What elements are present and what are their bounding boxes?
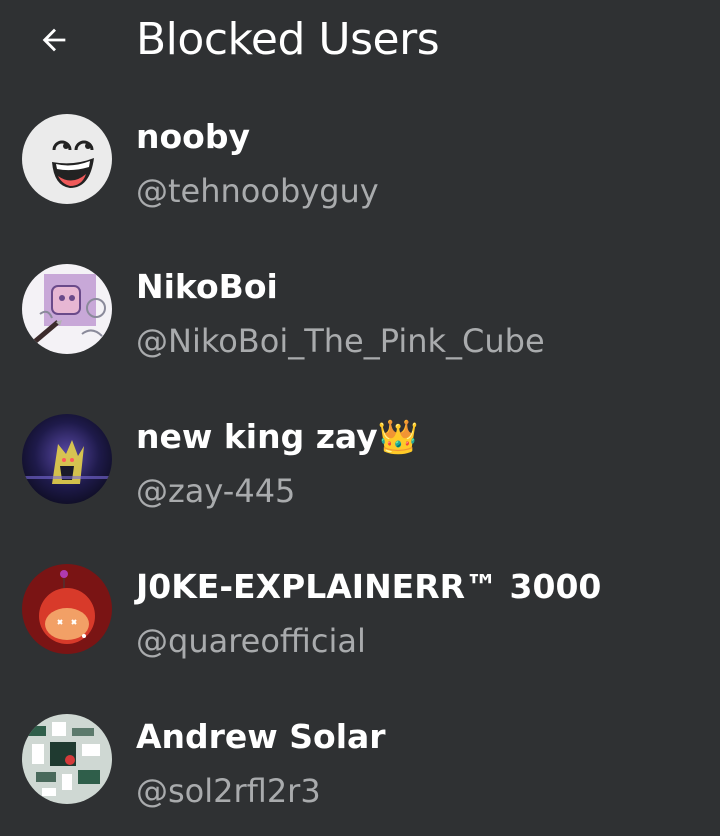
- user-avatar: [22, 414, 112, 504]
- user-name: nooby: [136, 117, 250, 156]
- smiley-face-avatar: [22, 114, 112, 204]
- blocked-user-row[interactable]: NikoBoi @NikoBoi_The_Pink_Cube: [0, 234, 720, 384]
- user-handle: @zay-445: [136, 472, 296, 510]
- user-name: J0KE-EXPLAINERR™ 3000: [136, 567, 602, 606]
- user-avatar: [22, 714, 112, 804]
- noisy-collage-avatar: [22, 714, 112, 804]
- red-character-avatar: [22, 564, 112, 654]
- arrow-left-icon: [42, 28, 66, 52]
- user-avatar: [22, 114, 112, 204]
- blocked-user-row[interactable]: Andrew Solar @sol2rfl2r3: [0, 684, 720, 834]
- user-avatar: [22, 564, 112, 654]
- user-handle: @NikoBoi_The_Pink_Cube: [136, 322, 545, 360]
- user-name: new king zay👑: [136, 417, 419, 456]
- user-handle: @tehnoobyguy: [136, 172, 379, 210]
- user-handle: @quareofficial: [136, 622, 366, 660]
- page-title: Blocked Users: [136, 14, 440, 65]
- blocked-user-row[interactable]: new king zay👑 @zay-445: [0, 384, 720, 534]
- user-name: NikoBoi: [136, 267, 278, 306]
- app-header: Blocked Users: [0, 0, 720, 84]
- blocked-user-row[interactable]: J0KE-EXPLAINERR™ 3000 @quareofficial: [0, 534, 720, 684]
- user-name: Andrew Solar: [136, 717, 386, 756]
- dark-purple-glow-avatar: [22, 414, 112, 504]
- user-avatar: [22, 264, 112, 354]
- user-handle: @sol2rfl2r3: [136, 772, 321, 810]
- blocked-users-list: nooby @tehnoobyguy NikoBoi @NikoBoi_The_…: [0, 84, 720, 834]
- pink-cube-drawing-avatar: [22, 264, 112, 354]
- back-button[interactable]: [28, 14, 80, 66]
- blocked-user-row[interactable]: nooby @tehnoobyguy: [0, 84, 720, 234]
